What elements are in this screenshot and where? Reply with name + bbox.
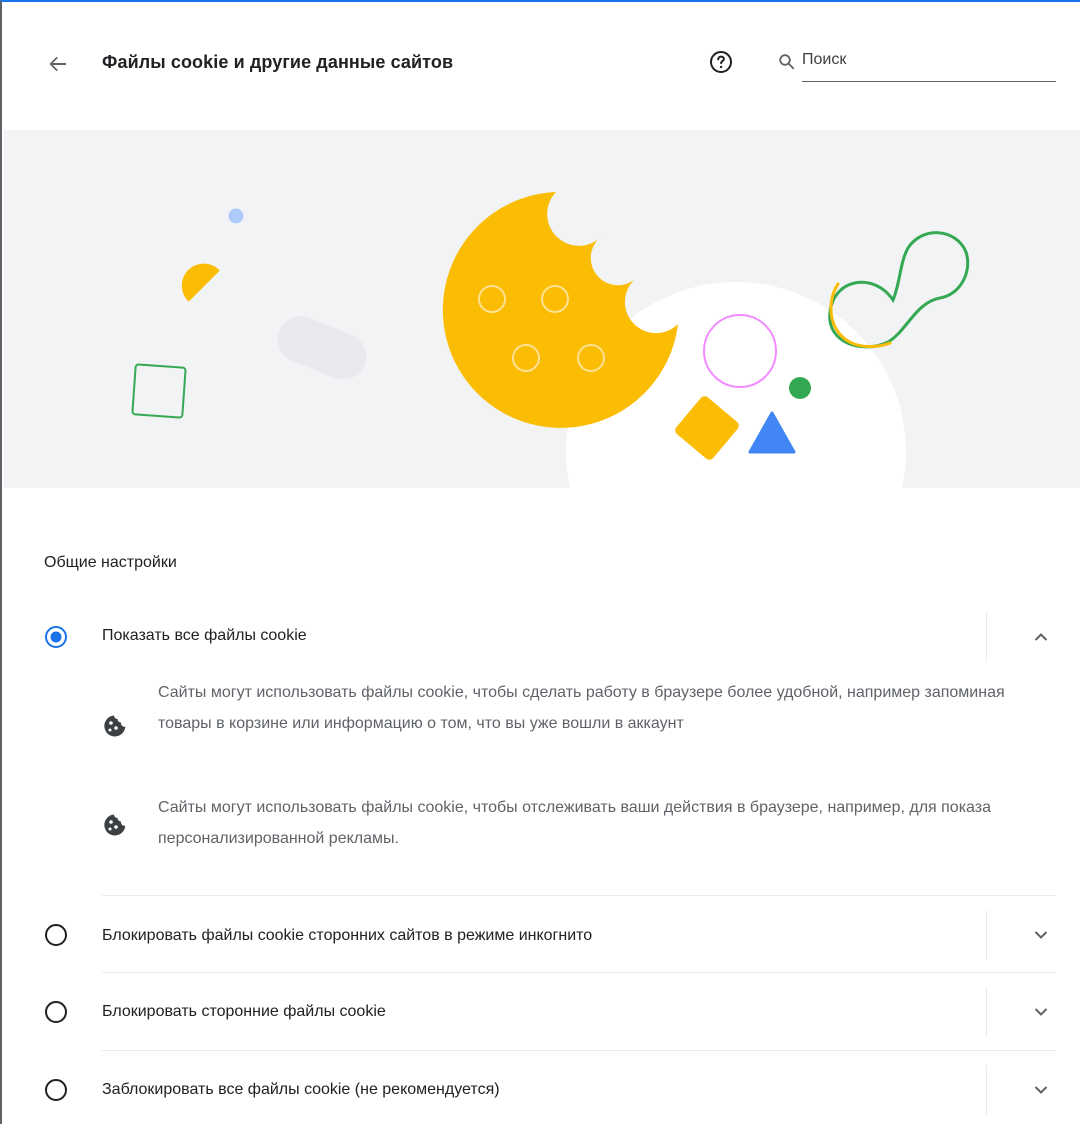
option-divider — [986, 612, 987, 662]
option-label: Блокировать файлы cookie сторонних сайто… — [102, 927, 593, 944]
radio-unselected-icon[interactable] — [44, 1078, 68, 1102]
collapse-button[interactable] — [1026, 622, 1056, 652]
option-block-third-party[interactable]: Блокировать сторонние файлы cookie — [2, 973, 1080, 1051]
search-box — [770, 46, 1056, 82]
detail-text: Сайты могут использовать файлы cookie, ч… — [158, 799, 992, 847]
radio-unselected-icon[interactable] — [44, 1000, 68, 1024]
detail-text: Сайты могут использовать файлы cookie, ч… — [158, 684, 1005, 732]
option-label: Блокировать сторонние файлы cookie — [102, 1003, 386, 1020]
option-divider — [986, 987, 987, 1037]
chevron-down-icon — [1034, 1008, 1048, 1016]
chevron-up-icon — [1034, 633, 1048, 641]
cookie-icon — [104, 814, 126, 836]
detail-row: Сайты могут использовать файлы cookie, ч… — [102, 792, 1052, 856]
chevron-down-icon — [1034, 931, 1048, 939]
option-block-third-party-incognito[interactable]: Блокировать файлы cookie сторонних сайто… — [2, 896, 1080, 974]
option-label: Заблокировать все файлы cookie (не реком… — [102, 1081, 500, 1098]
help-button[interactable] — [706, 47, 736, 77]
option-label: Показать все файлы cookie — [102, 627, 307, 644]
radio-selected-icon[interactable] — [44, 625, 68, 649]
back-button[interactable] — [40, 46, 76, 82]
option-block-all-cookies[interactable]: Заблокировать все файлы cookie (не реком… — [2, 1051, 1080, 1124]
cookies-illustration — [4, 130, 1080, 488]
expand-button[interactable] — [1026, 997, 1056, 1027]
option-divider — [986, 1065, 987, 1115]
radio-unselected-icon[interactable] — [44, 923, 68, 947]
expand-button[interactable] — [1026, 920, 1056, 950]
arrow-back-icon — [49, 56, 66, 72]
section-title: Общие настройки — [44, 554, 177, 571]
expand-button[interactable] — [1026, 1075, 1056, 1105]
cookie-icon — [104, 715, 126, 737]
settings-page: Файлы cookie и другие данные сайтов Поис… — [0, 0, 1080, 1124]
search-input[interactable] — [802, 46, 1056, 82]
search-icon — [779, 54, 795, 70]
page-header: Файлы cookie и другие данные сайтов — [2, 2, 1080, 130]
option-divider — [986, 910, 987, 960]
illustration-graphic — [131, 192, 970, 488]
page-title: Файлы cookie и другие данные сайтов — [102, 52, 454, 72]
detail-row: Сайты могут использовать файлы cookie, ч… — [102, 677, 1052, 773]
chevron-down-icon — [1034, 1086, 1048, 1094]
option-show-all-cookies[interactable]: Показать все файлы cookie — [2, 598, 1080, 676]
help-circle-icon — [710, 51, 732, 73]
